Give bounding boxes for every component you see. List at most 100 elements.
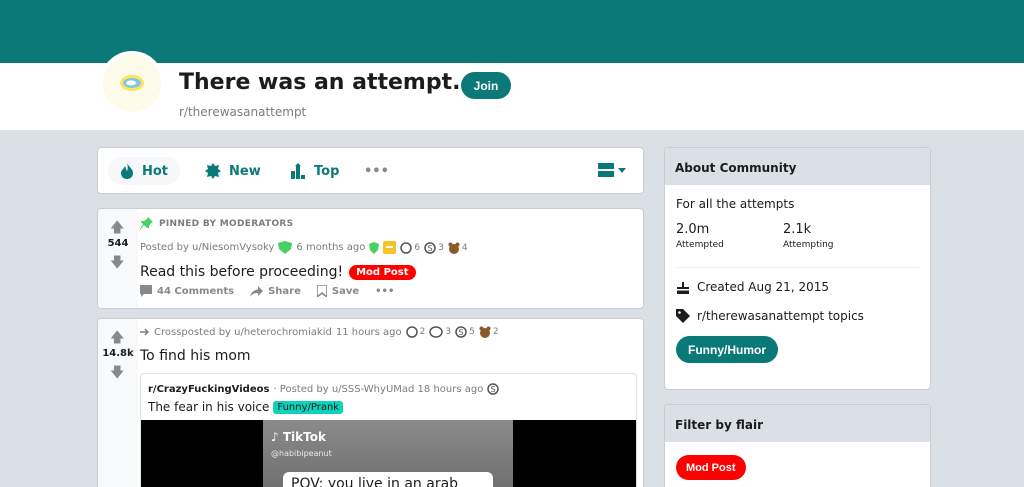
- community-title: There was an attempt..: [179, 70, 469, 95]
- flair-filter-mod-post[interactable]: Mod Post: [676, 455, 746, 480]
- award-count: 5: [469, 327, 475, 337]
- award-hug-icon: [429, 326, 444, 338]
- community-name: r/therewasanattempt: [179, 105, 307, 119]
- members-label: Attempted: [676, 240, 724, 250]
- members-stat: 2.0m Attempted: [676, 222, 724, 250]
- crosspost-icon: [140, 328, 149, 336]
- share-icon: [250, 285, 264, 297]
- crosspost-title-row[interactable]: The fear in his voice Funny/Prank: [148, 400, 344, 414]
- tiktok-username: @habibipeanut: [271, 449, 332, 458]
- comments-label: 44 Comments: [157, 285, 235, 297]
- view-layout-dropdown[interactable]: [598, 163, 626, 177]
- chevron-down-icon: [618, 167, 626, 173]
- post-card-crosspost[interactable]: 🡅 14.8k 🡇 Crossposted by u/heterochromia…: [97, 318, 644, 487]
- award-count: 3: [445, 327, 452, 337]
- award-s-icon: S: [455, 326, 467, 338]
- crosspost-subreddit[interactable]: r/CrazyFuckingVideos: [148, 384, 269, 395]
- downvote-arrow-icon[interactable]: 🡇: [110, 362, 124, 386]
- join-button[interactable]: Join: [461, 72, 511, 99]
- pin-icon: [140, 217, 153, 230]
- award-bear-icon: [448, 242, 460, 254]
- award-silver: 6: [400, 241, 421, 254]
- post-time: 11 hours ago: [335, 326, 402, 338]
- about-heading: About Community: [665, 148, 930, 185]
- divider: [676, 267, 919, 268]
- post-title-row[interactable]: Read this before proceeding! Mod Post: [140, 264, 416, 280]
- tiktok-label: TikTok: [282, 430, 326, 444]
- crosspost-posted-by: · Posted by u/SSS-WhyUMad 18 hours ago: [273, 383, 484, 395]
- post-more-button[interactable]: •••: [375, 286, 394, 297]
- award-s: S 5: [455, 326, 475, 338]
- post-meta: Crossposted by u/heterochromiakid 11 hou…: [140, 326, 499, 338]
- members-value: 2.0m: [676, 222, 710, 237]
- share-label: Share: [268, 285, 301, 297]
- filter-heading: Filter by flair: [665, 405, 930, 442]
- comment-icon: [140, 285, 152, 297]
- sort-hot-label: Hot: [142, 163, 169, 179]
- award-s: S 3: [424, 241, 444, 254]
- sort-more-button[interactable]: •••: [352, 157, 401, 185]
- sort-new-label: New: [229, 163, 261, 179]
- crosspost-embed[interactable]: r/CrazyFuckingVideos · Posted by u/SSS-W…: [140, 373, 637, 487]
- pinned-indicator: PINNED BY MODERATORS: [140, 217, 293, 230]
- award-count: 4: [461, 242, 468, 253]
- award-bear: 2: [479, 326, 499, 338]
- post-title-row[interactable]: To find his mom: [140, 348, 251, 364]
- post-title[interactable]: To find his mom: [140, 348, 251, 364]
- crosspost-flair[interactable]: Funny/Prank: [273, 400, 344, 414]
- sort-top-label: Top: [314, 163, 340, 179]
- award-bear: 4: [448, 242, 468, 254]
- video-player[interactable]: ♪ TikTok @habibipeanut POV: you live in …: [141, 420, 636, 487]
- comments-button[interactable]: 44 Comments: [140, 285, 234, 297]
- award-bear-icon: [479, 326, 491, 338]
- online-value: 2.1k: [783, 222, 812, 237]
- save-button[interactable]: Save: [316, 285, 360, 297]
- community-description: For all the attempts: [676, 197, 795, 211]
- community-avatar[interactable]: [100, 51, 164, 115]
- top-chart-icon: [291, 163, 305, 179]
- award-shield-icon: [369, 241, 380, 254]
- online-stat: 2.1k Attempting: [783, 222, 834, 250]
- tag-icon: [676, 309, 690, 323]
- save-label: Save: [331, 285, 360, 297]
- community-banner: [0, 0, 1024, 63]
- post-card-pinned[interactable]: 🡅 544 🡇 PINNED BY MODERATORS Posted by u…: [97, 208, 644, 309]
- crosspost-author[interactable]: Crossposted by u/heterochromiakid: [154, 327, 332, 338]
- svg-text:S: S: [428, 244, 433, 253]
- downvote-arrow-icon[interactable]: 🡇: [110, 252, 124, 276]
- award-count: 6: [414, 242, 421, 253]
- community-logo-icon: [120, 75, 144, 91]
- award-silver-icon: [400, 241, 413, 254]
- topics-row[interactable]: r/therewasanattempt topics: [676, 309, 864, 323]
- crosspost-title[interactable]: The fear in his voice: [148, 400, 269, 414]
- post-author[interactable]: Posted by u/NiesomVysoky: [140, 242, 274, 253]
- created-date: Created Aug 21, 2015: [697, 280, 829, 294]
- award-s-icon: S: [424, 241, 436, 254]
- sort-new-tab[interactable]: New: [193, 157, 273, 185]
- vote-column: 🡅 544 🡇: [98, 209, 138, 308]
- award-silver-icon: [405, 326, 418, 338]
- bookmark-icon: [316, 285, 327, 297]
- svg-text:S: S: [491, 385, 496, 394]
- award-silver: 2: [405, 326, 425, 338]
- share-button[interactable]: Share: [250, 285, 301, 297]
- sort-bar: Hot New Top •••: [97, 147, 644, 194]
- post-title[interactable]: Read this before proceeding!: [140, 264, 343, 280]
- post-actions: 44 Comments Share Save •••: [140, 285, 394, 297]
- post-meta: Posted by u/NiesomVysoky 6 months ago 6 …: [140, 241, 468, 254]
- sort-top-tab[interactable]: Top: [278, 157, 351, 185]
- card-view-icon: [598, 163, 614, 177]
- cake-icon: [677, 281, 689, 294]
- post-flair[interactable]: Mod Post: [349, 264, 416, 280]
- mod-shield-icon: [278, 241, 293, 254]
- award-count: 2: [492, 327, 499, 337]
- topics-label[interactable]: r/therewasanattempt topics: [697, 309, 864, 323]
- new-badge-icon: [205, 163, 221, 179]
- video-caption: POV: you live in an arab: [283, 472, 493, 487]
- award-s-icon: S: [487, 383, 500, 395]
- pinned-label: PINNED BY MODERATORS: [159, 218, 294, 229]
- topic-funny-humor-button[interactable]: Funny/Humor: [676, 336, 778, 363]
- award-hug: 3: [429, 326, 451, 338]
- filter-by-flair-card: Filter by flair Mod Post: [664, 404, 931, 487]
- sort-hot-tab[interactable]: Hot: [108, 157, 181, 185]
